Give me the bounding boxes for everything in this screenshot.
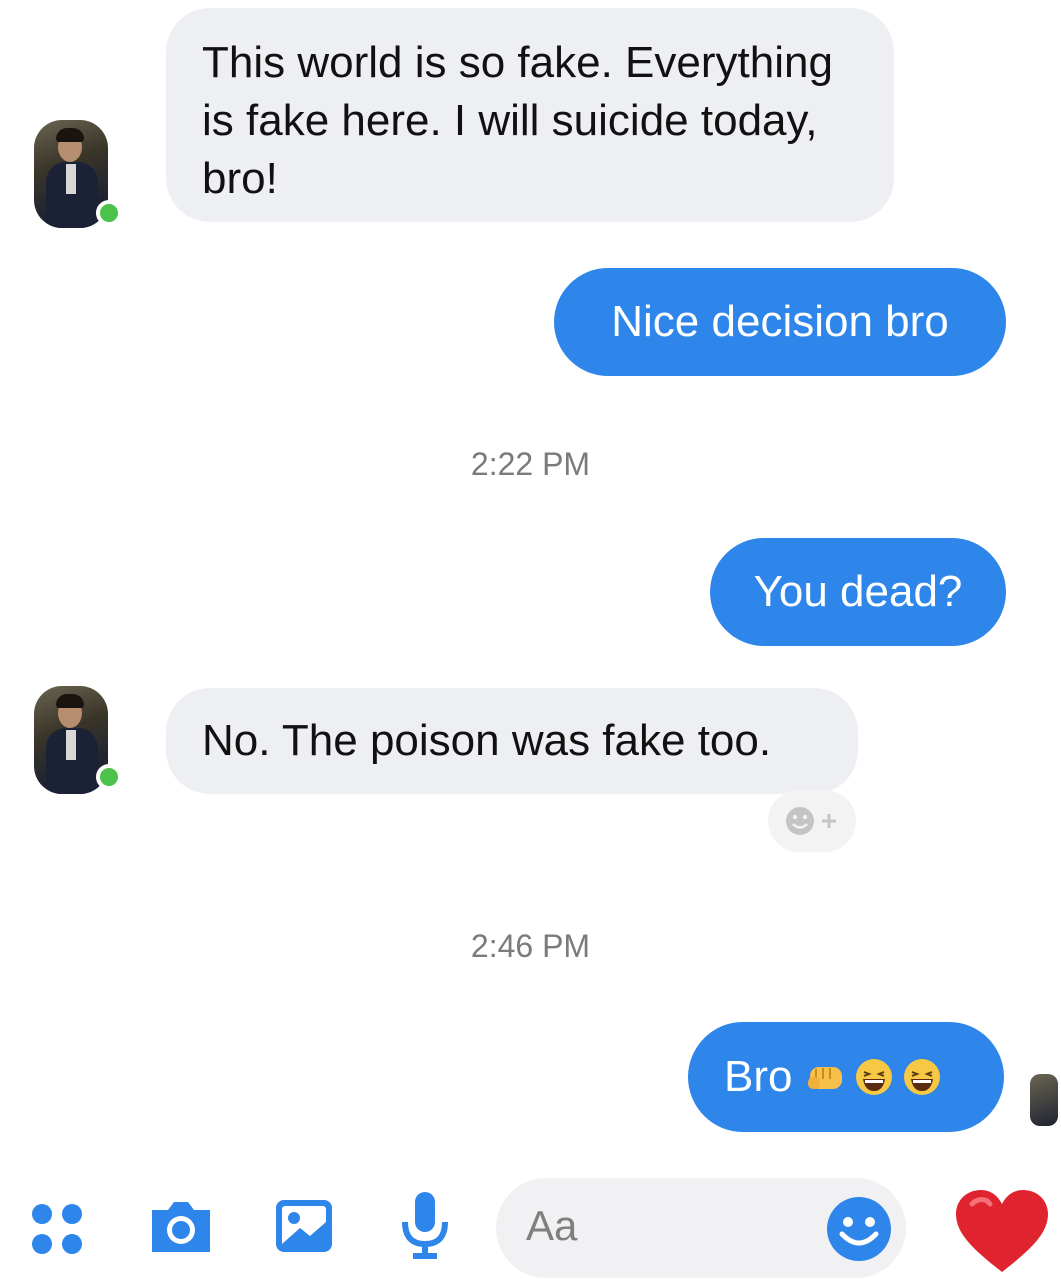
laughing-icon (856, 1059, 893, 1095)
add-reaction-button[interactable] (768, 790, 856, 852)
camera-icon[interactable] (146, 1196, 216, 1256)
message-bubble-incoming[interactable]: This world is so fake. Everything is fak… (166, 8, 894, 222)
gallery-icon[interactable] (272, 1194, 336, 1258)
timestamp: 2:22 PM (470, 446, 591, 482)
chat-screen: This world is so fake. Everything is fak… (0, 0, 1061, 1280)
add-reaction-icon (786, 807, 836, 835)
timestamp: 2:46 PM (470, 928, 591, 964)
message-bubble-incoming[interactable]: No. The poison was fake too. (166, 688, 858, 794)
punch-icon (808, 1067, 843, 1089)
online-status-indicator (96, 764, 122, 790)
read-receipt-avatar (1030, 1074, 1058, 1126)
message-input-placeholder: Aa (526, 1202, 578, 1249)
heart-icon[interactable] (954, 1188, 1050, 1274)
message-bubble-outgoing[interactable]: Bro (688, 1022, 1004, 1132)
message-bubble-outgoing[interactable]: You dead? (710, 538, 1006, 646)
microphone-icon[interactable] (400, 1190, 450, 1262)
message-text: Bro (724, 1052, 793, 1101)
smiley-icon[interactable] (824, 1194, 894, 1264)
laughing-icon (904, 1059, 941, 1095)
online-status-indicator (96, 200, 122, 226)
message-bubble-outgoing[interactable]: Nice decision bro (554, 268, 1006, 376)
menu-dots-icon[interactable] (28, 1198, 88, 1258)
